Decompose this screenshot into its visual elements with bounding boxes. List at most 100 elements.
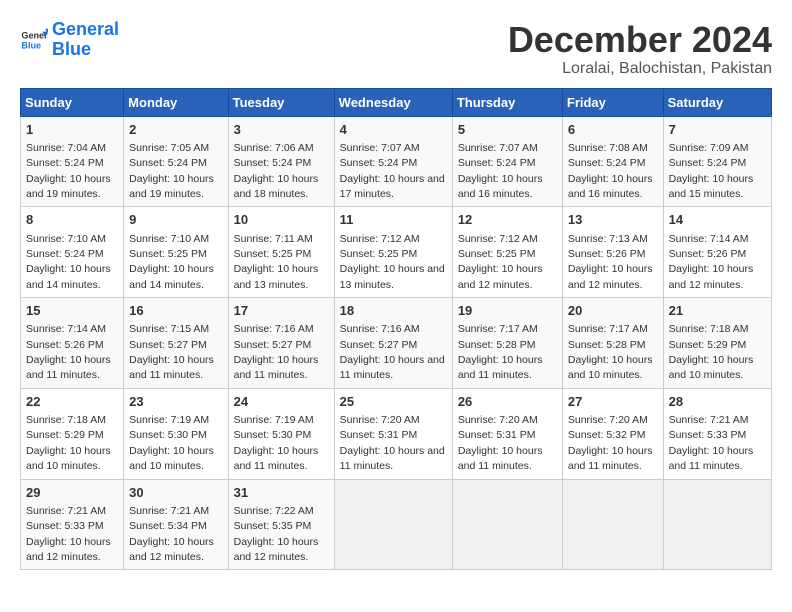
day-cell-3: 3 Sunrise: 7:06 AMSunset: 5:24 PMDaylight… [228,116,334,207]
day-info: Sunrise: 7:04 AMSunset: 5:24 PMDaylight:… [26,142,111,200]
day-info: Sunrise: 7:12 AMSunset: 5:25 PMDaylight:… [458,233,543,291]
calendar-week-4: 22Sunrise: 7:18 AMSunset: 5:29 PMDayligh… [21,388,772,479]
header-wednesday: Wednesday [334,88,452,116]
day-info: Sunrise: 7:12 AMSunset: 5:25 PMDaylight:… [340,233,445,291]
calendar-week-2: 8 Sunrise: 7:10 AMSunset: 5:24 PMDaylight… [21,207,772,298]
day-cell-5: 5 Sunrise: 7:07 AMSunset: 5:24 PMDaylight… [452,116,562,207]
day-info: Sunrise: 7:08 AMSunset: 5:24 PMDaylight:… [568,142,653,200]
empty-cell [452,479,562,570]
day-cell-8: 8 Sunrise: 7:10 AMSunset: 5:24 PMDaylight… [21,207,124,298]
day-info: Sunrise: 7:18 AMSunset: 5:29 PMDaylight:… [26,414,111,472]
month-title: December 2024 [508,20,772,60]
day-cell-12: 12 Sunrise: 7:12 AMSunset: 5:25 PMDayligh… [452,207,562,298]
day-info: Sunrise: 7:17 AMSunset: 5:28 PMDaylight:… [458,323,543,381]
day-cell-21: 21 Sunrise: 7:18 AMSunset: 5:29 PMDayligh… [663,298,771,389]
day-number: 27 [568,393,658,411]
day-info: Sunrise: 7:10 AMSunset: 5:24 PMDaylight:… [26,233,111,291]
day-cell-27: 27 Sunrise: 7:20 AMSunset: 5:32 PMDayligh… [562,388,663,479]
day-number: 10 [234,211,329,229]
day-number: 2 [129,121,222,139]
day-number: 19 [458,302,557,320]
day-number: 31 [234,484,329,502]
day-number: 20 [568,302,658,320]
day-info: Sunrise: 7:16 AMSunset: 5:27 PMDaylight:… [234,323,319,381]
header-monday: Monday [124,88,228,116]
day-cell-23: 23 Sunrise: 7:19 AMSunset: 5:30 PMDayligh… [124,388,228,479]
day-info: Sunrise: 7:14 AMSunset: 5:26 PMDaylight:… [669,233,754,291]
day-cell-26: 26Sunrise: 7:20 AMSunset: 5:31 PMDayligh… [452,388,562,479]
calendar-body: 1 Sunrise: 7:04 AMSunset: 5:24 PMDaylight… [21,116,772,570]
day-info: Sunrise: 7:19 AMSunset: 5:30 PMDaylight:… [129,414,214,472]
day-cell-31: 31 Sunrise: 7:22 AMSunset: 5:35 PMDayligh… [228,479,334,570]
day-number: 28 [669,393,766,411]
header-friday: Friday [562,88,663,116]
day-cell-2: 2Sunrise: 7:05 AMSunset: 5:24 PMDaylight… [124,116,228,207]
header-saturday: Saturday [663,88,771,116]
day-number: 16 [129,302,222,320]
day-info: Sunrise: 7:20 AMSunset: 5:32 PMDaylight:… [568,414,653,472]
day-cell-6: 6 Sunrise: 7:08 AMSunset: 5:24 PMDaylight… [562,116,663,207]
day-info: Sunrise: 7:09 AMSunset: 5:24 PMDaylight:… [669,142,754,200]
day-number: 4 [340,121,447,139]
location-subtitle: Loralai, Balochistan, Pakistan [508,60,772,78]
day-info: Sunrise: 7:13 AMSunset: 5:26 PMDaylight:… [568,233,653,291]
day-info: Sunrise: 7:15 AMSunset: 5:27 PMDaylight:… [129,323,214,381]
day-cell-29: 29Sunrise: 7:21 AMSunset: 5:33 PMDayligh… [21,479,124,570]
day-number: 29 [26,484,118,502]
day-info: Sunrise: 7:22 AMSunset: 5:35 PMDaylight:… [234,505,319,563]
page-header: General Blue General Blue December 2024 … [20,20,772,78]
day-info: Sunrise: 7:19 AMSunset: 5:30 PMDaylight:… [234,414,319,472]
calendar-header-row: SundayMondayTuesdayWednesdayThursdayFrid… [21,88,772,116]
day-number: 5 [458,121,557,139]
day-cell-9: 9 Sunrise: 7:10 AMSunset: 5:25 PMDaylight… [124,207,228,298]
calendar-week-3: 15Sunrise: 7:14 AMSunset: 5:26 PMDayligh… [21,298,772,389]
day-number: 14 [669,211,766,229]
day-cell-30: 30Sunrise: 7:21 AMSunset: 5:34 PMDayligh… [124,479,228,570]
day-cell-24: 24Sunrise: 7:19 AMSunset: 5:30 PMDayligh… [228,388,334,479]
day-cell-16: 16 Sunrise: 7:15 AMSunset: 5:27 PMDayligh… [124,298,228,389]
day-number: 18 [340,302,447,320]
header-tuesday: Tuesday [228,88,334,116]
day-number: 7 [669,121,766,139]
day-cell-1: 1 Sunrise: 7:04 AMSunset: 5:24 PMDaylight… [21,116,124,207]
empty-cell [562,479,663,570]
day-number: 8 [26,211,118,229]
day-cell-19: 19 Sunrise: 7:17 AMSunset: 5:28 PMDayligh… [452,298,562,389]
day-cell-14: 14 Sunrise: 7:14 AMSunset: 5:26 PMDayligh… [663,207,771,298]
day-number: 3 [234,121,329,139]
title-area: December 2024 Loralai, Balochistan, Paki… [508,20,772,78]
day-info: Sunrise: 7:07 AMSunset: 5:24 PMDaylight:… [458,142,543,200]
day-number: 12 [458,211,557,229]
day-number: 21 [669,302,766,320]
calendar-table: SundayMondayTuesdayWednesdayThursdayFrid… [20,88,772,571]
day-info: Sunrise: 7:11 AMSunset: 5:25 PMDaylight:… [234,233,319,291]
day-info: Sunrise: 7:06 AMSunset: 5:24 PMDaylight:… [234,142,319,200]
day-cell-17: 17 Sunrise: 7:16 AMSunset: 5:27 PMDayligh… [228,298,334,389]
logo: General Blue General Blue [20,20,119,60]
day-info: Sunrise: 7:10 AMSunset: 5:25 PMDaylight:… [129,233,214,291]
day-cell-13: 13Sunrise: 7:13 AMSunset: 5:26 PMDayligh… [562,207,663,298]
day-cell-18: 18Sunrise: 7:16 AMSunset: 5:27 PMDayligh… [334,298,452,389]
day-info: Sunrise: 7:17 AMSunset: 5:28 PMDaylight:… [568,323,653,381]
empty-cell [334,479,452,570]
day-number: 17 [234,302,329,320]
logo-text: General Blue [52,20,119,60]
day-number: 1 [26,121,118,139]
day-number: 23 [129,393,222,411]
day-number: 30 [129,484,222,502]
header-thursday: Thursday [452,88,562,116]
day-info: Sunrise: 7:07 AMSunset: 5:24 PMDaylight:… [340,142,445,200]
calendar-week-5: 29Sunrise: 7:21 AMSunset: 5:33 PMDayligh… [21,479,772,570]
logo-icon: General Blue [20,26,48,54]
day-number: 6 [568,121,658,139]
day-info: Sunrise: 7:21 AMSunset: 5:33 PMDaylight:… [669,414,754,472]
day-info: Sunrise: 7:20 AMSunset: 5:31 PMDaylight:… [340,414,445,472]
day-info: Sunrise: 7:14 AMSunset: 5:26 PMDaylight:… [26,323,111,381]
day-number: 11 [340,211,447,229]
day-cell-15: 15Sunrise: 7:14 AMSunset: 5:26 PMDayligh… [21,298,124,389]
svg-text:Blue: Blue [21,40,41,50]
day-cell-7: 7 Sunrise: 7:09 AMSunset: 5:24 PMDaylight… [663,116,771,207]
day-info: Sunrise: 7:18 AMSunset: 5:29 PMDaylight:… [669,323,754,381]
header-sunday: Sunday [21,88,124,116]
day-number: 9 [129,211,222,229]
